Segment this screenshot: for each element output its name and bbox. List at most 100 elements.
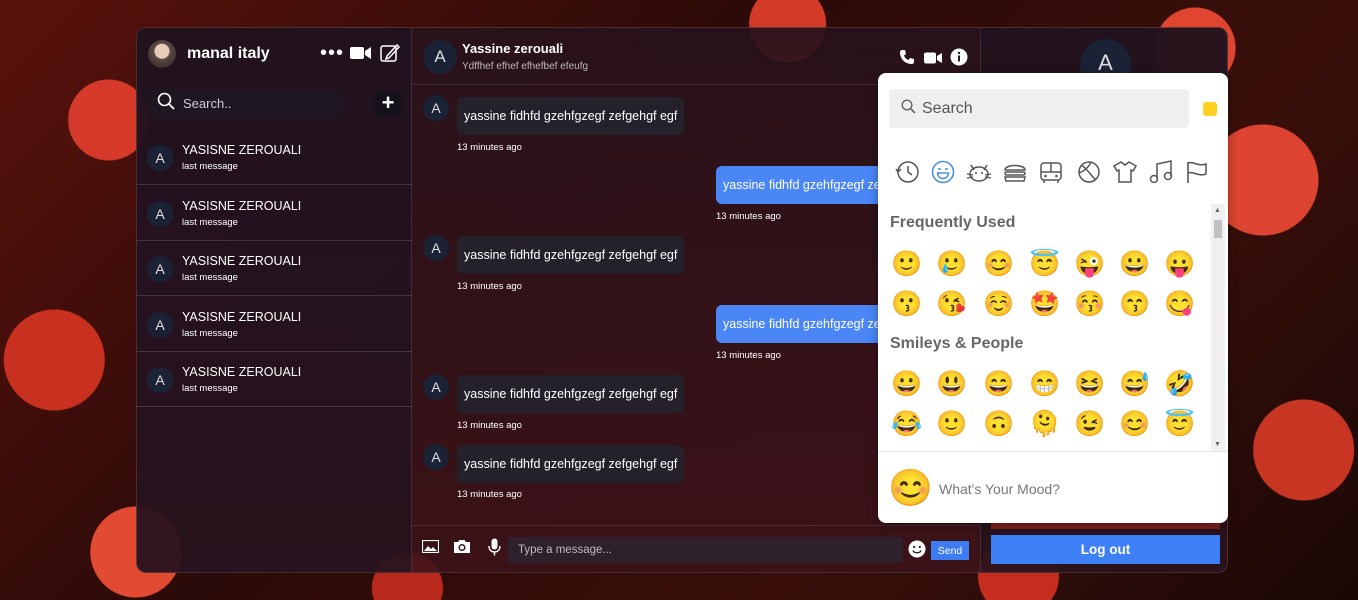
travel-icon[interactable] <box>1038 159 1066 187</box>
emoji-search-input[interactable]: Search <box>889 89 1189 128</box>
emoji[interactable]: 😜 <box>1073 249 1107 279</box>
microphone-icon[interactable] <box>488 538 501 560</box>
emoji[interactable]: 😅 <box>1118 369 1152 399</box>
contact-avatar: A <box>147 312 173 338</box>
message-avatar: A <box>423 235 449 261</box>
contact-avatar: A <box>147 201 173 227</box>
message-timestamp: 13 minutes ago <box>457 281 522 292</box>
chat-contact-avatar[interactable]: A <box>423 40 457 74</box>
emoji[interactable]: 😇 <box>1163 409 1197 439</box>
emoji[interactable]: 😗 <box>890 289 924 319</box>
conversation-sidebar: manal italy ••• Search.. + A YASISNE ZER… <box>137 28 412 572</box>
logout-button[interactable]: Log out <box>991 535 1220 564</box>
message-timestamp: 13 minutes ago <box>457 142 522 153</box>
chat-contact-name: Yassine zerouali <box>462 41 564 56</box>
emoji[interactable]: 🤣 <box>1163 369 1197 399</box>
message-avatar: A <box>423 444 449 470</box>
compose-icon[interactable] <box>380 43 401 68</box>
emoji[interactable]: 😛 <box>1163 249 1197 279</box>
emoji-grid[interactable]: Frequently Used 🙂 🥲 😊 😇 😜 😀 😛 😗 😘 ☺️ 🤩 😚… <box>878 204 1210 451</box>
emoji[interactable]: 🥲 <box>935 249 969 279</box>
emoji[interactable]: 🙂 <box>890 249 924 279</box>
emoji[interactable]: 😄 <box>982 369 1016 399</box>
emoji[interactable]: 😘 <box>935 289 969 319</box>
message-input[interactable] <box>508 537 903 563</box>
flags-icon[interactable] <box>1184 159 1212 187</box>
search-placeholder: Search.. <box>183 96 232 111</box>
emoji[interactable]: 😃 <box>935 369 969 399</box>
emoji[interactable]: 🫠 <box>1028 409 1062 439</box>
emoji[interactable]: 😇 <box>1028 249 1062 279</box>
emoji[interactable]: 😙 <box>1118 289 1152 319</box>
emoji[interactable]: ☺️ <box>982 289 1016 319</box>
message-avatar: A <box>423 374 449 400</box>
emoji[interactable]: 😀 <box>1118 249 1152 279</box>
message-timestamp: 13 minutes ago <box>457 420 522 431</box>
chat-contact-status: Ydffhef efhef efhefbef efeufg <box>462 61 589 72</box>
skin-tone-selector[interactable] <box>1203 102 1217 116</box>
search-icon <box>157 92 175 115</box>
emoji[interactable]: 😋 <box>1163 289 1197 319</box>
info-icon[interactable] <box>950 48 968 71</box>
incoming-message: yassine fidhfd gzehfgzegf zefgehgf egf <box>457 236 685 274</box>
emoji-icon[interactable] <box>908 540 926 562</box>
animals-icon[interactable] <box>966 159 994 187</box>
more-options-icon[interactable]: ••• <box>320 42 344 65</box>
emoji[interactable]: 😆 <box>1073 369 1107 399</box>
contact-name: YASISNE ZEROUALI <box>182 365 302 379</box>
phone-icon[interactable] <box>899 49 915 70</box>
message-timestamp: 13 minutes ago <box>457 489 522 500</box>
emoji[interactable]: 😂 <box>890 409 924 439</box>
contact-avatar: A <box>147 256 173 282</box>
image-icon[interactable] <box>421 539 440 557</box>
emoji[interactable]: 😊 <box>1118 409 1152 439</box>
smileys-icon[interactable] <box>930 159 958 187</box>
incoming-message: yassine fidhfd gzehfgzegf zefgehgf egf <box>457 445 685 483</box>
message-timestamp: 13 minutes ago <box>716 211 781 222</box>
emoji[interactable]: 😊 <box>982 249 1016 279</box>
emoji[interactable]: 😉 <box>1073 409 1107 439</box>
conversation-item[interactable]: A YASISNE ZEROUALI last message <box>137 185 412 241</box>
video-call-icon[interactable] <box>350 46 371 65</box>
conversation-item[interactable]: A YASISNE ZEROUALI last message <box>137 351 412 407</box>
contact-avatar: A <box>147 367 173 393</box>
emoji[interactable]: 🤩 <box>1028 289 1062 319</box>
video-call-icon[interactable] <box>924 51 942 69</box>
symbols-icon[interactable] <box>1148 159 1176 187</box>
section-title-smileys-people: Smileys & People <box>890 335 1024 352</box>
objects-icon[interactable] <box>1112 159 1140 187</box>
emoji[interactable]: 🙃 <box>982 409 1016 439</box>
conversation-search[interactable]: Search.. <box>149 89 342 118</box>
conversation-item[interactable]: A YASISNE ZEROUALI last message <box>137 129 412 185</box>
add-conversation-button[interactable]: + <box>375 91 401 117</box>
message-timestamp: 13 minutes ago <box>716 350 781 361</box>
scroll-up-arrow-icon[interactable]: ▲ <box>1214 207 1221 214</box>
emoji[interactable]: 🙂 <box>935 409 969 439</box>
contact-name: YASISNE ZEROUALI <box>182 143 302 157</box>
incoming-message: yassine fidhfd gzehfgzegf zefgehgf egf <box>457 97 685 135</box>
camera-icon[interactable] <box>453 539 471 558</box>
user-name: manal italy <box>187 45 270 62</box>
conversation-item[interactable]: A YASISNE ZEROUALI last message <box>137 296 412 352</box>
last-message: last message <box>182 217 238 228</box>
section-title-frequently-used: Frequently Used <box>890 214 1016 231</box>
emoji-scrollbar[interactable]: ▲ ▼ <box>1211 204 1225 451</box>
last-message: last message <box>182 272 238 283</box>
emoji[interactable]: 😀 <box>890 369 924 399</box>
food-icon[interactable] <box>1002 159 1030 187</box>
emoji[interactable]: 😁 <box>1028 369 1062 399</box>
recent-icon[interactable] <box>894 159 922 187</box>
incoming-message: yassine fidhfd gzehfgzegf zefgehgf egf <box>457 375 685 413</box>
scrollbar-thumb[interactable] <box>1214 220 1222 238</box>
search-icon <box>901 98 916 119</box>
emoji[interactable]: 😚 <box>1073 289 1107 319</box>
scroll-down-arrow-icon[interactable]: ▼ <box>1214 441 1221 448</box>
message-composer: Send <box>412 525 980 572</box>
preview-emoji: 😊 <box>888 467 933 508</box>
conversation-item[interactable]: A YASISNE ZEROUALI last message <box>137 240 412 296</box>
user-avatar[interactable] <box>148 40 176 68</box>
contact-avatar: A <box>147 145 173 171</box>
activity-icon[interactable] <box>1076 159 1104 187</box>
send-button[interactable]: Send <box>931 541 969 560</box>
message-avatar: A <box>423 95 449 121</box>
